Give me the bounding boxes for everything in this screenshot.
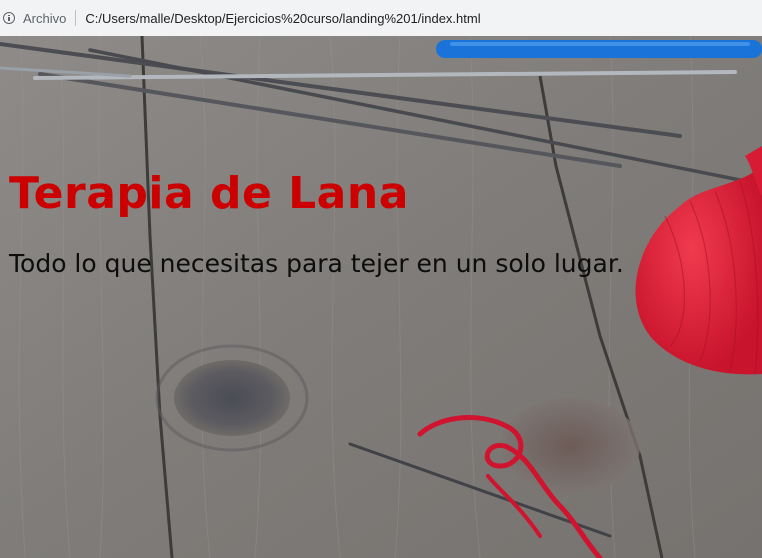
- address-divider: [75, 10, 77, 26]
- hero-title: Terapia de Lana: [9, 168, 409, 219]
- page-viewport: Terapia de Lana Todo lo que necesitas pa…: [0, 36, 762, 558]
- wood-background-image: [0, 36, 762, 558]
- url-text[interactable]: C:/Users/malle/Desktop/Ejercicios%20curs…: [85, 11, 480, 26]
- security-label: Archivo: [23, 10, 67, 26]
- crochet-hook: [436, 40, 762, 58]
- hero-subtitle: Todo lo que necesitas para tejer en un s…: [9, 249, 624, 278]
- info-icon[interactable]: [3, 12, 15, 24]
- browser-address-bar[interactable]: Archivo C:/Users/malle/Desktop/Ejercicio…: [0, 0, 762, 36]
